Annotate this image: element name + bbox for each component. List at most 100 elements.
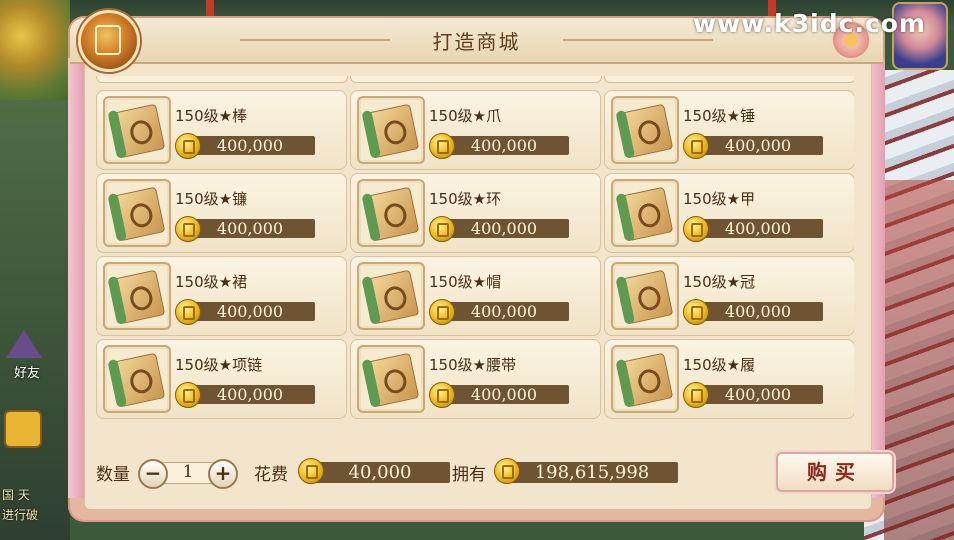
coin-icon: [175, 382, 201, 408]
item-card[interactable]: 150级★履 400,000: [604, 339, 854, 419]
coin-icon: [683, 216, 709, 242]
item-card[interactable]: 150级★帽 400,000: [350, 256, 601, 336]
cost-display: 40,000: [298, 458, 450, 484]
item-price-value: 400,000: [470, 302, 538, 321]
title-ornament-right: [563, 39, 713, 41]
item-name: 150级★甲: [683, 190, 756, 208]
buy-button[interactable]: 购买: [776, 452, 894, 492]
item-name: 150级★环: [429, 190, 502, 208]
item-card[interactable]: 150级★裙 400,000: [96, 256, 347, 336]
item-card[interactable]: 150级★爪 400,000: [350, 90, 601, 170]
item-price-value: 400,000: [724, 385, 792, 404]
item-thumbnail: [611, 262, 679, 330]
coin-icon: [429, 216, 455, 242]
item-price-value: 400,000: [470, 385, 538, 404]
partial-card: [350, 76, 602, 83]
item-price-value: 400,000: [216, 385, 284, 404]
coin-icon: [429, 299, 455, 325]
coin-icon: [683, 299, 709, 325]
purchase-footer: 数量 1 − + 花费 40,000 拥有 198,615,998 购买: [96, 450, 894, 498]
item-thumbnail: [611, 345, 679, 413]
forge-scroll-icon: [618, 186, 674, 242]
item-card[interactable]: 150级★腰带 400,000: [350, 339, 601, 419]
item-price-value: 400,000: [724, 219, 792, 238]
item-price-value: 400,000: [724, 136, 792, 155]
item-card[interactable]: 150级★项链 400,000: [96, 339, 347, 419]
partial-card: [96, 76, 348, 83]
forge-scroll-icon: [618, 269, 674, 325]
coin-icon: [298, 458, 324, 484]
coin-icon: [494, 458, 520, 484]
coin-icon: [175, 299, 201, 325]
item-thumbnail: [357, 96, 425, 164]
quantity-label: 数量: [96, 465, 130, 485]
item-thumbnail: [357, 345, 425, 413]
item-price-value: 400,000: [724, 302, 792, 321]
forge-scroll-icon: [364, 269, 420, 325]
partial-card: [604, 76, 854, 83]
item-price: 400,000: [429, 299, 573, 325]
forge-scroll-icon: [618, 352, 674, 408]
item-name: 150级★裙: [175, 273, 248, 291]
item-price: 400,000: [175, 216, 319, 242]
item-price-value: 400,000: [470, 219, 538, 238]
item-name: 150级★腰带: [429, 356, 517, 374]
coin-icon: [683, 133, 709, 159]
item-card[interactable]: 150级★环 400,000: [350, 173, 601, 253]
owned-value: 198,615,998: [534, 462, 650, 483]
shop-emblem-icon: [78, 10, 140, 72]
item-name: 150级★履: [683, 356, 756, 374]
item-name: 150级★锤: [683, 107, 756, 125]
item-thumbnail: [103, 179, 171, 247]
forge-scroll-icon: [110, 186, 166, 242]
cost-label: 花费: [254, 465, 288, 485]
item-list[interactable]: 150级★棒 400,000 150级★爪 400,000 150级★锤 400,000 1…: [96, 76, 854, 430]
forge-shop-dialog: 打造商城 150级★棒 400,000 150级★爪 400,000 150级★锤 400…: [68, 10, 894, 520]
cost-value: 40,000: [348, 462, 412, 483]
item-price: 400,000: [429, 216, 573, 242]
decrease-quantity-button[interactable]: −: [138, 459, 168, 489]
item-price: 400,000: [683, 133, 827, 159]
coin-icon: [429, 382, 455, 408]
forge-scroll-icon: [110, 269, 166, 325]
coin-icon: [429, 133, 455, 159]
frame-ribbon-left: [68, 58, 84, 498]
item-price: 400,000: [683, 216, 827, 242]
watermark: www.k3idc.com: [692, 9, 926, 38]
item-price-value: 400,000: [216, 302, 284, 321]
item-card[interactable]: 150级★镰 400,000: [96, 173, 347, 253]
item-card[interactable]: 150级★棒 400,000: [96, 90, 347, 170]
item-thumbnail: [357, 179, 425, 247]
item-price: 400,000: [429, 382, 573, 408]
item-card[interactable]: 150级★锤 400,000: [604, 90, 854, 170]
coin-icon: [175, 216, 201, 242]
forge-scroll-icon: [364, 186, 420, 242]
chat-icon[interactable]: [4, 410, 42, 448]
item-price-value: 400,000: [470, 136, 538, 155]
forge-scroll-icon: [110, 352, 166, 408]
increase-quantity-button[interactable]: +: [208, 459, 238, 489]
item-name: 150级★冠: [683, 273, 756, 291]
item-thumbnail: [103, 345, 171, 413]
forge-scroll-icon: [364, 352, 420, 408]
item-price: 400,000: [429, 133, 573, 159]
item-price: 400,000: [683, 299, 827, 325]
item-name: 150级★帽: [429, 273, 502, 291]
item-price: 400,000: [175, 299, 319, 325]
left-world-strip: [0, 100, 70, 540]
chat-text-line: 国 天: [2, 488, 30, 502]
friend-button[interactable]: 好友: [2, 330, 64, 381]
owned-label: 拥有: [452, 465, 486, 485]
coin-icon: [683, 382, 709, 408]
friend-icon: [6, 330, 42, 358]
item-thumbnail: [611, 179, 679, 247]
chat-text-line: 进行破: [2, 508, 39, 522]
item-price-value: 400,000: [216, 219, 284, 238]
red-wall: [884, 180, 954, 540]
item-name: 150级★项链: [175, 356, 263, 374]
item-card[interactable]: 150级★冠 400,000: [604, 256, 854, 336]
item-name: 150级★棒: [175, 107, 248, 125]
item-price: 400,000: [683, 382, 827, 408]
item-card[interactable]: 150级★甲 400,000: [604, 173, 854, 253]
forge-scroll-icon: [364, 103, 420, 159]
